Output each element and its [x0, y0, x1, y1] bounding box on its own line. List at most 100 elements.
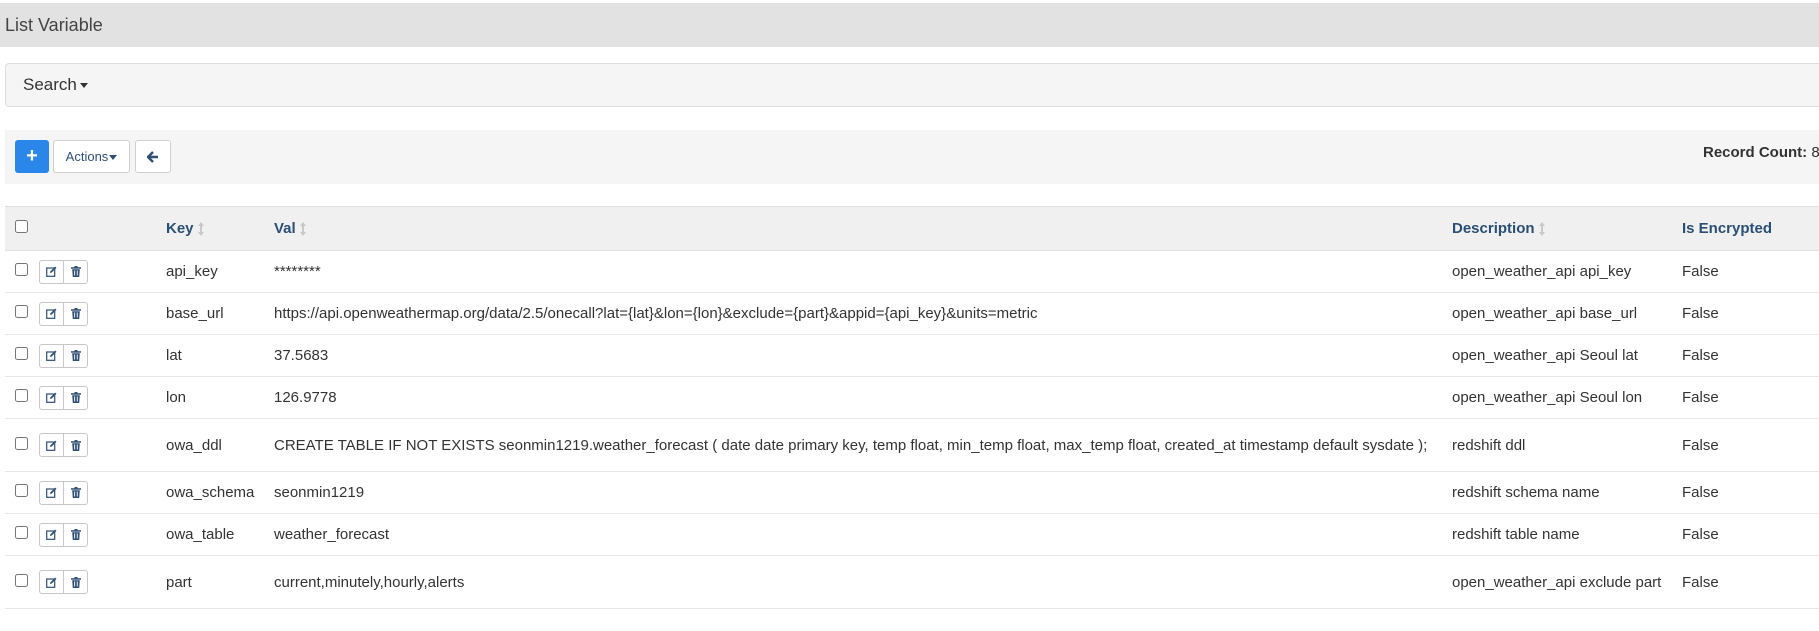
- row-checkbox[interactable]: [15, 573, 28, 587]
- row-actions: [39, 385, 88, 410]
- val-cell: CREATE TABLE IF NOT EXISTS seonmin1219.w…: [274, 418, 1452, 472]
- row-actions: [39, 570, 88, 594]
- is-encrypted-cell: False: [1682, 334, 1819, 377]
- back-button[interactable]: [135, 140, 171, 173]
- val-cell: 37.5683: [274, 334, 1452, 377]
- delete-button[interactable]: [63, 344, 87, 367]
- delete-button[interactable]: [63, 523, 87, 546]
- trash-icon: [70, 308, 81, 319]
- row-is-encrypted: False: [1682, 347, 1719, 364]
- key-cell: owa_table: [166, 513, 274, 556]
- row-key: base_url: [166, 305, 224, 322]
- row-checkbox[interactable]: [15, 484, 28, 497]
- table-row: api_key ******** open_weather_api api_key F…: [5, 250, 1819, 293]
- delete-button[interactable]: [63, 260, 87, 283]
- row-is-encrypted: False: [1682, 305, 1719, 322]
- row-is-encrypted: False: [1682, 484, 1719, 501]
- sort-icon: [197, 222, 204, 237]
- row-actions: [39, 480, 88, 505]
- row-val: ********: [274, 263, 321, 280]
- edit-button[interactable]: [40, 303, 63, 325]
- edit-icon: [46, 577, 57, 588]
- row-is-encrypted: False: [1682, 573, 1719, 591]
- edit-button[interactable]: [40, 571, 63, 593]
- row-checkbox[interactable]: [15, 526, 28, 539]
- search-toggle[interactable]: Search: [5, 63, 1819, 107]
- is-encrypted-cell: False: [1682, 250, 1819, 293]
- record-count-value: 8: [1811, 144, 1819, 161]
- delete-button[interactable]: [63, 386, 87, 409]
- val-cell: 126.9778: [274, 376, 1452, 419]
- row-key: owa_schema: [166, 484, 255, 501]
- edit-icon: [46, 440, 57, 451]
- table-header-row: Key Val Description Is Encrypted: [5, 206, 1819, 251]
- row-is-encrypted: False: [1682, 436, 1719, 454]
- table-row: base_url https://api.openweathermap.org/d…: [5, 292, 1819, 335]
- is-encrypted-cell: False: [1682, 376, 1819, 419]
- is-encrypted-cell: False: [1682, 418, 1819, 472]
- row-checkbox[interactable]: [15, 263, 28, 276]
- row-checkbox[interactable]: [15, 347, 28, 360]
- is-encrypted-header[interactable]: Is Encrypted: [1682, 206, 1819, 251]
- row-actions: [39, 259, 88, 284]
- edit-button[interactable]: [40, 482, 63, 504]
- row-checkbox[interactable]: [15, 436, 28, 450]
- edit-button[interactable]: [40, 387, 63, 409]
- edit-button[interactable]: [40, 434, 63, 456]
- trash-icon: [70, 392, 81, 403]
- delete-button[interactable]: [63, 571, 87, 593]
- key-header-label: Key: [166, 220, 194, 237]
- actions-dropdown-button[interactable]: Actions: [53, 140, 130, 173]
- sort-icon: [299, 222, 306, 237]
- description-cell: redshift schema name: [1452, 471, 1682, 514]
- select-all-cell: [5, 206, 38, 251]
- description-cell: open_weather_api Seoul lon: [1452, 376, 1682, 419]
- row-actions-cell: [38, 555, 166, 609]
- row-val: https://api.openweathermap.org/data/2.5/…: [274, 305, 1038, 322]
- row-actions-cell: [38, 513, 166, 556]
- search-label: Search: [23, 75, 77, 94]
- row-val: 126.9778: [274, 389, 337, 406]
- record-count: Record Count: 8: [1703, 144, 1819, 161]
- key-cell: base_url: [166, 292, 274, 335]
- row-actions-cell: [38, 471, 166, 514]
- caret-down-icon: [109, 155, 118, 161]
- table-row: owa_table weather_forecast redshift table …: [5, 513, 1819, 556]
- delete-button[interactable]: [63, 481, 87, 504]
- row-actions: [39, 343, 88, 368]
- delete-button[interactable]: [63, 434, 87, 456]
- key-header[interactable]: Key: [166, 206, 274, 251]
- row-checkbox[interactable]: [15, 389, 28, 402]
- row-select-cell: [5, 471, 38, 514]
- row-description: redshift ddl: [1452, 436, 1526, 454]
- val-cell: current,minutely,hourly,alerts: [274, 555, 1452, 609]
- edit-button[interactable]: [40, 524, 63, 546]
- page-title: List Variable: [0, 3, 1819, 47]
- row-actions-cell: [38, 292, 166, 335]
- key-cell: part: [166, 555, 274, 609]
- row-description: redshift schema name: [1452, 484, 1600, 501]
- edit-button[interactable]: [40, 345, 63, 367]
- edit-icon: [46, 266, 57, 277]
- actions-header: [38, 206, 166, 251]
- row-checkbox[interactable]: [15, 305, 28, 318]
- row-actions: [39, 522, 88, 547]
- row-actions-cell: [38, 376, 166, 419]
- is-encrypted-cell: False: [1682, 555, 1819, 609]
- add-button[interactable]: +: [15, 140, 49, 173]
- row-is-encrypted: False: [1682, 263, 1719, 280]
- row-val: weather_forecast: [274, 526, 390, 543]
- row-is-encrypted: False: [1682, 389, 1719, 406]
- select-all-checkbox[interactable]: [15, 220, 28, 233]
- row-key: api_key: [166, 263, 218, 280]
- val-header[interactable]: Val: [274, 206, 1452, 251]
- edit-button[interactable]: [40, 261, 63, 283]
- description-header[interactable]: Description: [1452, 206, 1682, 251]
- key-cell: owa_ddl: [166, 418, 274, 472]
- row-key: part: [166, 573, 192, 591]
- row-actions-cell: [38, 334, 166, 377]
- actions-label: Actions: [65, 149, 109, 164]
- delete-button[interactable]: [63, 302, 87, 325]
- sort-icon: [1538, 222, 1545, 237]
- trash-icon: [70, 266, 81, 277]
